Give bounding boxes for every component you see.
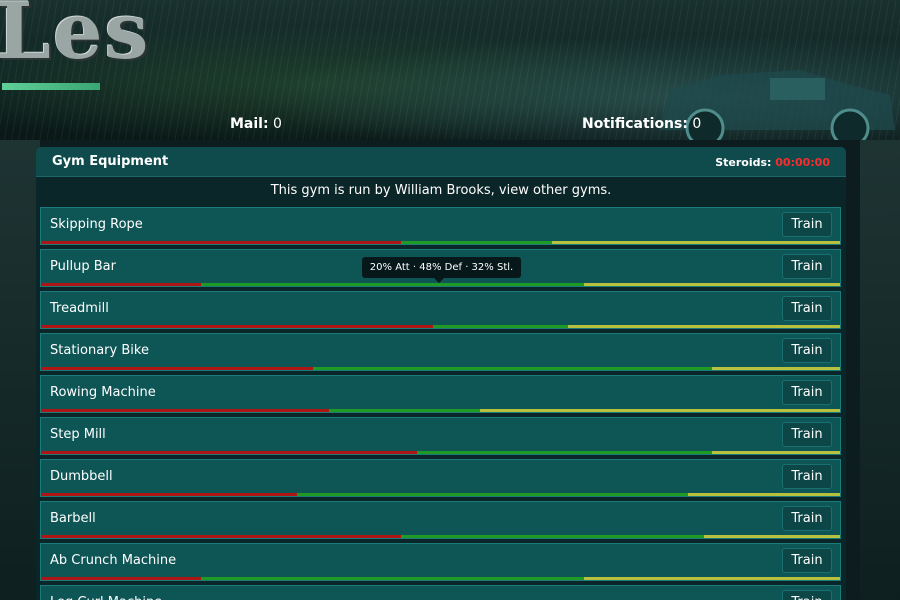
defense-segment: [416, 451, 713, 454]
header-banner: Les Mail: 0 Notifications: 0: [0, 0, 900, 140]
attack-segment: [41, 535, 401, 538]
attack-segment: [41, 241, 401, 244]
equipment-name: Stationary Bike: [50, 343, 149, 358]
background-left: [0, 140, 40, 600]
train-button[interactable]: Train: [782, 254, 832, 279]
equipment-row: Barbell Train: [40, 501, 841, 539]
equipment-row: Treadmill Train: [40, 291, 841, 329]
attack-segment: [41, 451, 417, 454]
attack-segment: [41, 409, 329, 412]
defense-segment: [296, 493, 689, 496]
equipment-name: Skipping Rope: [50, 217, 143, 232]
mail-label: Mail:: [230, 116, 269, 132]
defense-segment: [432, 325, 569, 328]
stat-split-bar[interactable]: [41, 367, 840, 370]
train-button[interactable]: Train: [782, 380, 832, 405]
train-button[interactable]: Train: [782, 212, 832, 237]
equipment-row: Stationary Bike Train: [40, 333, 841, 371]
equipment-name: Rowing Machine: [50, 385, 156, 400]
train-button[interactable]: Train: [782, 464, 832, 489]
mail-indicator[interactable]: Mail: 0: [230, 116, 282, 132]
mail-count: 0: [273, 116, 282, 132]
train-button[interactable]: Train: [782, 590, 832, 600]
train-button[interactable]: Train: [782, 422, 832, 447]
stealth-segment: [704, 535, 840, 538]
equipment-row: Skipping Rope Train: [40, 207, 841, 245]
panel-header: Gym Equipment Steroids: 00:00:00: [36, 147, 846, 177]
defense-segment: [200, 283, 585, 286]
stat-split-bar[interactable]: [41, 241, 840, 244]
stealth-segment: [712, 367, 840, 370]
steroids-status: Steroids: 00:00:00: [715, 156, 830, 169]
equipment-name: Ab Crunch Machine: [50, 553, 177, 568]
defense-segment: [328, 409, 481, 412]
steroids-timer: 00:00:00: [775, 156, 830, 169]
stealth-segment: [584, 283, 840, 286]
attack-segment: [41, 325, 433, 328]
gym-equipment-panel: Gym Equipment Steroids: 00:00:00 This gy…: [36, 147, 846, 600]
panel-title: Gym Equipment: [52, 154, 169, 169]
logo-underline: [2, 83, 100, 90]
equipment-row: Leg Curl Machine Train: [40, 585, 841, 600]
stealth-segment: [584, 577, 840, 580]
equipment-row: Step Mill Train: [40, 417, 841, 455]
equipment-name: Dumbbell: [50, 469, 113, 484]
equipment-name: Leg Curl Machine: [50, 595, 162, 600]
defense-segment: [400, 535, 705, 538]
stealth-segment: [552, 241, 840, 244]
train-button[interactable]: Train: [782, 506, 832, 531]
equipment-name: Barbell: [50, 511, 96, 526]
stat-split-bar[interactable]: [41, 493, 840, 496]
train-button[interactable]: Train: [782, 548, 832, 573]
stat-split-bar[interactable]: [41, 409, 840, 412]
notifications-indicator[interactable]: Notifications: 0: [582, 116, 701, 132]
stat-split-tooltip: 20% Att · 48% Def · 32% Stl.: [362, 257, 521, 283]
defense-segment: [200, 577, 585, 580]
train-button[interactable]: Train: [782, 338, 832, 363]
equipment-row: Rowing Machine Train: [40, 375, 841, 413]
equipment-name: Pullup Bar: [50, 259, 116, 274]
background-right: [860, 140, 900, 600]
notifications-label: Notifications:: [582, 116, 688, 132]
attack-segment: [41, 283, 201, 286]
site-logo[interactable]: Les: [0, 0, 150, 77]
equipment-name: Step Mill: [50, 427, 106, 442]
equipment-row: Ab Crunch Machine Train: [40, 543, 841, 581]
equipment-row: Dumbbell Train: [40, 459, 841, 497]
defense-segment: [312, 367, 713, 370]
attack-segment: [41, 367, 313, 370]
gym-owner-text[interactable]: This gym is run by William Brooks, view …: [36, 177, 846, 207]
steroids-label: Steroids:: [715, 156, 772, 169]
stat-split-bar[interactable]: [41, 577, 840, 580]
notifications-count: 0: [692, 116, 702, 132]
stat-split-bar[interactable]: [41, 283, 840, 286]
stat-split-bar[interactable]: [41, 535, 840, 538]
stealth-segment: [712, 451, 840, 454]
stealth-segment: [688, 493, 840, 496]
stealth-segment: [480, 409, 840, 412]
stealth-segment: [568, 325, 840, 328]
attack-segment: [41, 577, 201, 580]
train-button[interactable]: Train: [782, 296, 832, 321]
stat-split-bar[interactable]: [41, 325, 840, 328]
stat-split-bar[interactable]: [41, 451, 840, 454]
defense-segment: [400, 241, 553, 244]
attack-segment: [41, 493, 297, 496]
equipment-name: Treadmill: [50, 301, 109, 316]
